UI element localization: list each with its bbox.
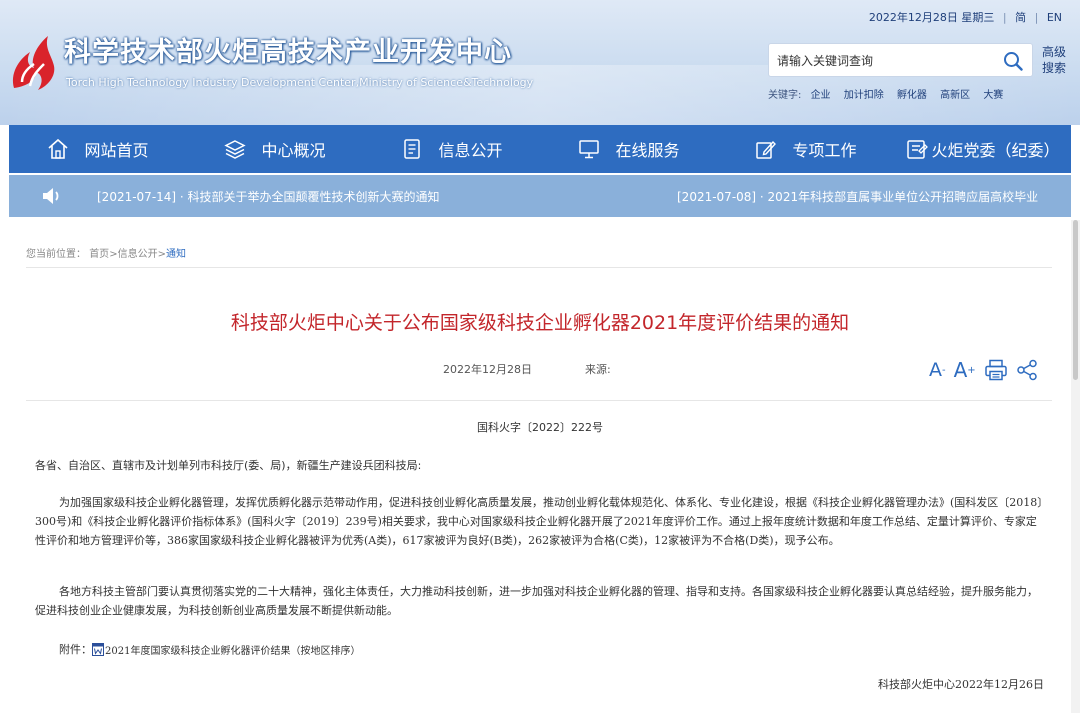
ticker-item[interactable]: [2021-07-14] · 科技部关于举办全国颠覆性技术创新大赛的通知 xyxy=(97,188,440,205)
font-decrease-letter: A xyxy=(929,359,942,381)
breadcrumb-label: 您当前位置： xyxy=(26,249,86,260)
layers-icon xyxy=(224,140,247,159)
nav-item-label: 信息公开 xyxy=(438,141,503,160)
edit-icon xyxy=(756,140,777,159)
font-increase-sign: + xyxy=(967,364,976,376)
font-decrease-sign: - xyxy=(942,364,946,376)
divider: | xyxy=(1002,11,1007,24)
site-title: 科学技术部火炬高技术产业开发中心 xyxy=(64,37,512,68)
nav-item-info[interactable]: 信息公开 xyxy=(363,125,540,173)
party-icon xyxy=(907,140,929,159)
search-input[interactable] xyxy=(777,52,987,70)
nav-item-party[interactable]: 火炬党委（纪委） xyxy=(894,125,1071,173)
breadcrumb-current[interactable]: 通知 xyxy=(166,249,186,260)
site-subtitle: Torch High Technology Industry Developme… xyxy=(66,76,534,89)
keyword-link[interactable]: 高新区 xyxy=(940,90,970,101)
article-tools: A- A + xyxy=(929,357,1046,383)
ticker-item[interactable]: [2021-07-08] · 2021年科技部直属事业单位公开招聘应届高校毕业 xyxy=(677,188,1047,205)
nav-item-label: 中心概况 xyxy=(261,141,326,160)
breadcrumb-info[interactable]: 信息公开 xyxy=(118,249,158,260)
scrollbar-thumb[interactable] xyxy=(1073,220,1078,380)
announcement-ticker: [2021-07-14] · 科技部关于举办全国颠覆性技术创新大赛的通知 [20… xyxy=(9,175,1071,217)
advanced-search-link[interactable]: 高级搜索 xyxy=(1042,44,1072,76)
nav-item-special[interactable]: 专项工作 xyxy=(717,125,894,173)
top-bar: 2022年12月28日 星期三 | 简 | EN xyxy=(865,9,1062,25)
article-date: 2022年12月28日 xyxy=(443,363,532,376)
breadcrumb-separator: > xyxy=(109,249,118,260)
nav-item-label: 网站首页 xyxy=(84,141,149,160)
main-nav: 网站首页 中心概况 信息公开 在线服务 专项工作 火炬党委（纪委） xyxy=(9,125,1071,173)
monitor-icon xyxy=(579,140,600,159)
home-icon xyxy=(48,138,69,159)
divider: | xyxy=(1034,11,1039,24)
font-decrease-button[interactable]: A- xyxy=(929,359,946,381)
font-increase-button[interactable]: A + xyxy=(954,358,976,382)
nav-item-overview[interactable]: 中心概况 xyxy=(186,125,363,173)
signature: 科技部火炬中心2022年12月26日 xyxy=(878,678,1044,691)
salutation: 各省、自治区、直辖市及计划单列市科技厅(委、局)，新疆生产建设兵团科技局: xyxy=(35,459,422,472)
keyword-link[interactable]: 大赛 xyxy=(983,90,1003,101)
site-header: 科学技术部火炬高技术产业开发中心 Torch High Technology I… xyxy=(0,0,1080,125)
document-icon xyxy=(404,139,421,159)
keyword-link[interactable]: 加计扣除 xyxy=(844,90,884,101)
nav-item-label: 专项工作 xyxy=(792,141,857,160)
attachment-label: 附件： xyxy=(59,643,92,656)
word-doc-icon xyxy=(92,642,104,656)
article-title: 科技部火炬中心关于公布国家级科技企业孵化器2021年度评价结果的通知 xyxy=(230,312,850,334)
document-number: 国科火字〔2022〕222号 xyxy=(477,421,603,434)
article-panel: 您当前位置： 首页>信息公开>通知 科技部火炬中心关于公布国家级科技企业孵化器2… xyxy=(9,220,1071,713)
font-increase-letter: A xyxy=(953,358,968,382)
breadcrumb-home[interactable]: 首页 xyxy=(89,249,109,260)
keyword-link[interactable]: 孵化器 xyxy=(897,90,927,101)
breadcrumb: 您当前位置： 首页>信息公开>通知 xyxy=(26,245,186,260)
attachment-link[interactable]: 2021年度国家级科技企业孵化器评价结果（按地区排序） xyxy=(105,642,360,657)
keywords-label: 关键字: xyxy=(768,90,802,101)
attachment: 附件： 2021年度国家级科技企业孵化器评价结果（按地区排序） xyxy=(59,641,360,657)
article-source: 来源: xyxy=(585,363,611,376)
divider xyxy=(26,267,1052,268)
search-box xyxy=(768,43,1033,77)
speaker-icon xyxy=(43,188,59,204)
hot-keywords: 关键字: 企业 加计扣除 孵化器 高新区 大赛 xyxy=(768,86,1013,101)
search-icon[interactable] xyxy=(1002,50,1024,72)
nav-item-service[interactable]: 在线服务 xyxy=(540,125,717,173)
breadcrumb-separator: > xyxy=(157,249,166,260)
scrollbar[interactable] xyxy=(1071,220,1080,713)
print-icon[interactable] xyxy=(984,359,1008,381)
lang-english-link[interactable]: EN xyxy=(1047,11,1062,24)
share-icon[interactable] xyxy=(1016,359,1038,381)
nav-item-home[interactable]: 网站首页 xyxy=(9,125,186,173)
article-paragraph: 为加强国家级科技企业孵化器管理，发挥优质孵化器示范带动作用，促进科技创业孵化高质… xyxy=(35,496,1043,547)
torch-logo[interactable] xyxy=(8,30,58,92)
article-paragraph: 各地方科技主管部门要认真贯彻落实党的二十大精神，强化主体责任，大力推动科技创新，… xyxy=(35,585,1038,617)
nav-item-label: 在线服务 xyxy=(615,141,680,160)
nav-item-label: 火炬党委（纪委） xyxy=(931,141,1060,160)
lang-simplified-link[interactable]: 简 xyxy=(1015,11,1026,24)
divider xyxy=(26,400,1052,401)
keyword-link[interactable]: 企业 xyxy=(811,90,831,101)
current-date: 2022年12月28日 星期三 xyxy=(868,11,995,24)
